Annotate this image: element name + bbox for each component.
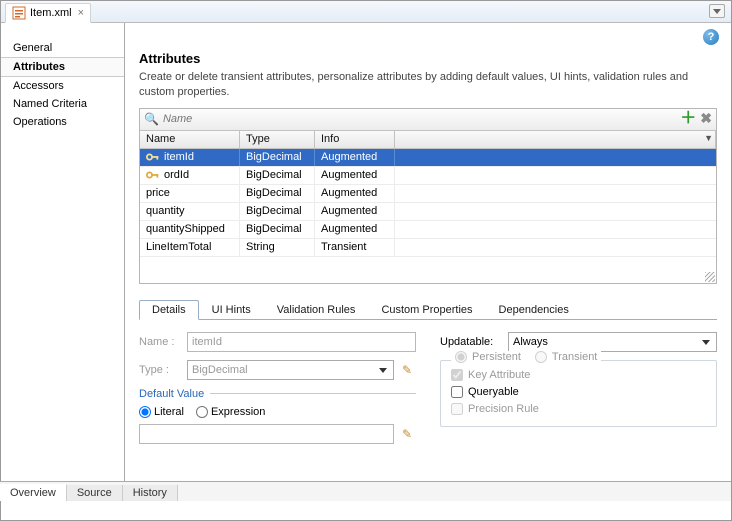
cell-name: ordId [164, 169, 189, 181]
bottom-tab[interactable]: History [123, 485, 178, 501]
sidebar-item-named-criteria[interactable]: Named Criteria [1, 95, 124, 113]
sidebar-item-accessors[interactable]: Accessors [1, 77, 124, 95]
cell-type: BigDecimal [246, 223, 302, 235]
detail-tab[interactable]: Validation Rules [264, 300, 369, 319]
cell-name: quantity [146, 205, 185, 217]
search-input[interactable] [163, 113, 712, 125]
precision-rule-checkbox: Precision Rule [451, 403, 706, 415]
cell-type: BigDecimal [246, 151, 302, 163]
name-field [187, 332, 416, 352]
bottom-tab[interactable]: Source [67, 485, 123, 501]
nav-sidebar: General Attributes Accessors Named Crite… [1, 23, 125, 501]
table-row[interactable]: quantity BigDecimal Augmented [140, 203, 716, 221]
bottom-tab[interactable]: Overview [0, 484, 67, 501]
key-icon [146, 170, 160, 180]
help-icon[interactable]: ? [703, 29, 719, 45]
table-row[interactable]: price BigDecimal Augmented [140, 185, 716, 203]
cell-info: Augmented [321, 223, 377, 235]
detail-tab[interactable]: Dependencies [486, 300, 582, 319]
col-header-type[interactable]: Type [240, 131, 315, 148]
cell-info: Transient [321, 241, 366, 253]
transient-radio: Transient [535, 351, 597, 363]
cell-name: price [146, 187, 170, 199]
close-icon[interactable]: × [78, 7, 84, 19]
file-tab[interactable]: Item.xml × [5, 3, 91, 23]
xml-file-icon [12, 6, 26, 20]
window-menu-button[interactable] [709, 4, 725, 18]
key-attribute-checkbox: Key Attribute [451, 369, 706, 381]
sidebar-item-general[interactable]: General [1, 39, 124, 57]
detail-tabs: DetailsUI HintsValidation RulesCustom Pr… [139, 298, 717, 320]
search-icon: 🔍 [144, 112, 159, 126]
detail-tab[interactable]: Custom Properties [368, 300, 485, 319]
cell-info: Augmented [321, 187, 377, 199]
col-header-name[interactable]: Name [140, 131, 240, 148]
updatable-label: Updatable: [440, 336, 508, 348]
chevron-down-icon[interactable]: ▼ [704, 133, 713, 143]
table-row[interactable]: itemId BigDecimal Augmented [140, 149, 716, 167]
cell-name: quantityShipped [146, 223, 225, 235]
expression-radio[interactable]: Expression [196, 406, 265, 418]
key-icon [146, 152, 160, 162]
pencil-icon[interactable]: ✎ [398, 425, 416, 443]
name-label: Name : [139, 336, 187, 348]
pencil-icon[interactable]: ✎ [398, 361, 416, 379]
editor-tab-bar: Item.xml × [1, 1, 731, 23]
attributes-grid: 🔍 ＋ ✖ Name Type Info ▼ itemId BigDecimal A… [139, 108, 717, 284]
sidebar-item-attributes[interactable]: Attributes [1, 57, 124, 77]
table-row[interactable]: quantityShipped BigDecimal Augmented [140, 221, 716, 239]
add-icon[interactable]: ＋ [680, 111, 696, 127]
cell-name: LineItemTotal [146, 241, 211, 253]
cell-info: Augmented [321, 205, 377, 217]
bottom-tabs: OverviewSourceHistory [0, 481, 731, 501]
col-header-spacer: ▼ [395, 131, 716, 148]
literal-radio[interactable]: Literal [139, 406, 184, 418]
file-tab-label: Item.xml [30, 7, 72, 19]
detail-tab[interactable]: UI Hints [199, 300, 264, 319]
detail-tab[interactable]: Details [139, 300, 199, 320]
updatable-combo[interactable]: Always [508, 332, 717, 352]
persistent-radio: Persistent [455, 351, 521, 363]
cell-type: String [246, 241, 275, 253]
section-description: Create or delete transient attributes, p… [139, 70, 717, 100]
default-value-field[interactable] [139, 424, 394, 444]
queryable-checkbox[interactable]: Queryable [451, 386, 706, 398]
type-combo: BigDecimal [187, 360, 394, 380]
cell-name: itemId [164, 151, 194, 163]
cell-info: Augmented [321, 169, 377, 181]
cell-type: BigDecimal [246, 169, 302, 181]
resize-handle[interactable] [705, 272, 715, 282]
table-row[interactable]: ordId BigDecimal Augmented [140, 167, 716, 185]
default-value-label: Default Value [139, 388, 204, 400]
persistence-group: Persistent Transient Key Attribute Query… [440, 360, 717, 427]
cell-type: BigDecimal [246, 187, 302, 199]
cell-type: BigDecimal [246, 205, 302, 217]
sidebar-item-operations[interactable]: Operations [1, 113, 124, 131]
table-row[interactable]: LineItemTotal String Transient [140, 239, 716, 257]
delete-icon[interactable]: ✖ [700, 111, 712, 127]
section-title: Attributes [139, 51, 717, 66]
cell-info: Augmented [321, 151, 377, 163]
col-header-info[interactable]: Info [315, 131, 395, 148]
type-label: Type : [139, 364, 187, 376]
